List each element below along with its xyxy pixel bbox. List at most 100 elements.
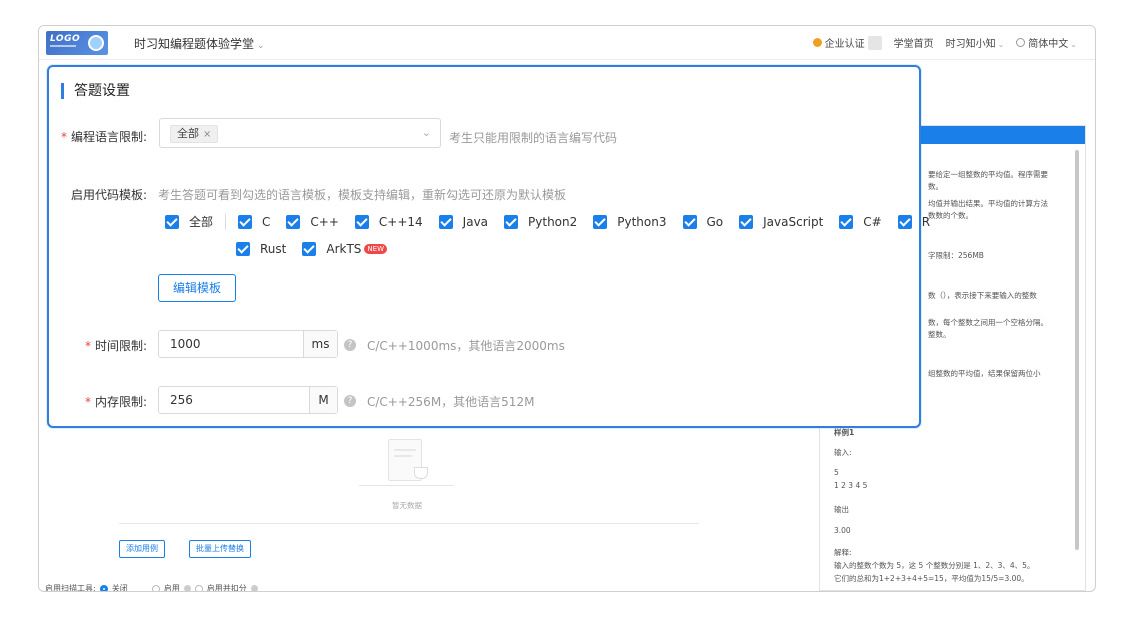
checkbox-rust[interactable]: Rust [236,242,286,256]
checkbox-csharp[interactable]: C# [839,214,882,229]
enterprise-cert[interactable]: 企业认证 [812,35,882,50]
radio-enable-deduct-label: 启用并扣分 [206,584,247,592]
chevron-down-icon: ⌄ [421,126,431,139]
checkbox-checked-icon [302,242,317,256]
memory-limit-label-text: 内存限制: [95,395,148,409]
radio-off-label: 关闭 [111,584,128,592]
app-title: 时习知编程题体验学堂 [134,37,255,51]
checkbox-checked-icon [593,214,608,229]
checkbox-label: R [921,214,931,229]
batch-upload-button[interactable]: 批量上传替换 [189,540,251,558]
checkbox-checked-icon [165,214,179,229]
checkbox-label: C++14 [378,214,423,229]
checkbox-arkts[interactable]: ArkTS NEW [302,242,388,256]
empty-data-icon [380,439,430,485]
answer-settings-modal: 答题设置 * 编程语言限制: 全部 × ⌄ 考生只能用限制的语言编写代码 启用代码模… [47,65,930,428]
radio-enable-label: 启用 [163,584,180,592]
memory-limit-unit: M [309,387,337,413]
preview-line: 它们的总和为1+2+3+4+5=15，平均值为15/5=3.00。 [834,574,1029,583]
checkbox-label: C [262,214,271,229]
chevron-down-icon: ⌄ [997,40,1005,49]
time-limit-label-text: 时间限制: [95,339,148,353]
avatar[interactable] [867,35,882,50]
checkbox-checked-icon [438,214,453,229]
preview-line: 组整数的平均值，结果保留两位小 [928,369,1041,378]
checkbox-java[interactable]: Java [438,214,489,229]
preview-line: 均值并输出结果。平均值的计算方法 [928,199,1048,208]
document-line [394,449,416,451]
memory-limit-label: * 内存限制: [85,393,147,410]
globe-icon [1016,38,1026,47]
checkbox-all[interactable]: 全部 [165,213,213,230]
template-languages-row2: Rust ArkTS NEW [236,242,403,256]
checkbox-checked-icon [897,214,912,229]
checkbox-c[interactable]: C [238,214,271,229]
close-icon[interactable]: × [203,129,211,140]
tag-label: 全部 [177,127,199,140]
lang-limit-label: * 编程语言限制: [61,128,147,145]
checkbox-javascript[interactable]: JavaScript [739,214,824,229]
app-title-dropdown[interactable]: 时习知编程题体验学堂 ⌄ [134,35,265,52]
radio-enable-deduct[interactable] [194,584,203,591]
checkbox-go[interactable]: Go [682,214,724,229]
checkbox-label: C++ [310,214,339,229]
memory-limit-input[interactable]: 256 M [158,386,338,414]
preview-line: 数。 [928,182,943,191]
empty-text: 暂无数据 [392,501,422,510]
checkbox-label: Java [462,214,489,229]
time-limit-input[interactable]: 1000 ms [158,330,338,358]
add-case-button[interactable]: 添加用例 [119,540,165,558]
checkbox-cpp14[interactable]: C++14 [354,214,423,229]
checkbox-r[interactable]: R [897,214,931,229]
preview-line: 输入的整数个数为 5，这 5 个整数分别是 1、2、3、4、5。 [834,561,1035,570]
checkbox-label: ArkTS [326,242,362,256]
checkbox-cpp[interactable]: C++ [286,214,339,229]
new-badge: NEW [364,244,388,254]
scan-tool-label: 启用扫描工具: [45,584,96,592]
document-line [394,455,412,457]
required-mark: * [85,339,91,353]
checkbox-python2[interactable]: Python2 [504,214,577,229]
preview-line: 3.00 [834,526,851,535]
info-icon[interactable] [183,585,191,591]
radio-off[interactable] [99,584,108,591]
mascot-icon [88,35,104,51]
preview-line: 字限制：256MB [928,251,984,260]
required-mark: * [85,395,91,409]
nav-link-home[interactable]: 学堂首页 [894,35,934,50]
checkbox-label: Go [706,214,724,229]
preview-line: 数（），表示接下来要输入的整数 [928,291,1037,300]
preview-line: 输出 [834,505,849,514]
language-label: 简体中文 [1028,39,1069,50]
time-limit-hint: C/C++1000ms，其他语言2000ms [367,339,565,353]
divider [119,523,699,524]
sample-title: 样例1 [834,428,855,437]
preview-line: 输入: [834,448,852,457]
empty-baseline [359,485,454,486]
language-switcher[interactable]: 简体中文 ⌄ [1016,35,1077,50]
preview-line: 数数的个数。 [928,211,973,220]
checkbox-checked-icon [739,214,754,229]
radio-enable[interactable] [151,584,160,591]
checkbox-label: C# [863,214,882,229]
checkbox-label: Rust [260,242,287,256]
logo[interactable]: LOGO [46,31,108,55]
lang-limit-label-text: 编程语言限制: [71,130,148,144]
top-bar: LOGO 时习知编程题体验学堂 ⌄ 企业认证 学堂首页 时习知小知 ⌄ 简体中文 ⌄ [39,26,1095,60]
question-icon[interactable]: ? [344,395,356,407]
info-icon[interactable] [250,585,258,591]
preview-line: 1 2 3 4 5 [834,481,868,490]
question-icon[interactable]: ? [344,339,356,351]
edit-template-button[interactable]: 编辑模板 [158,274,236,302]
preview-line: 数，每个整数之间用一个空格分隔。 [928,318,1048,327]
checkbox-checked-icon [236,242,250,256]
preview-scrollbar[interactable] [1075,150,1079,550]
preview-line: 整数。 [928,330,951,339]
nav-link-assistant[interactable]: 时习知小知 ⌄ [946,35,1005,50]
checkbox-python3[interactable]: Python3 [593,214,667,229]
language-select[interactable]: 全部 × ⌄ [159,118,441,148]
checkbox-label: JavaScript [763,214,824,229]
lang-limit-hint: 考生只能用限制的语言编写代码 [449,131,618,145]
time-limit-label: * 时间限制: [85,337,147,354]
preview-line: 5 [834,468,839,477]
